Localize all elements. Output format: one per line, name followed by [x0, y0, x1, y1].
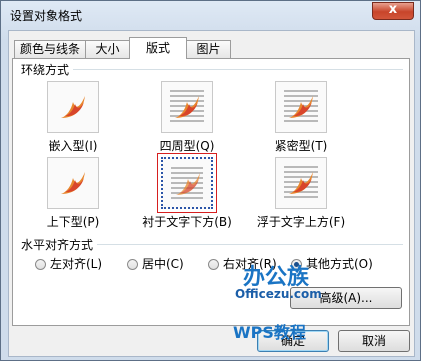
- tight-wrap-thumbnail: [275, 81, 327, 133]
- square-wrap-thumbnail: [161, 81, 213, 133]
- align-center-label: 居中(C): [142, 257, 184, 271]
- inline-wrap-label: 嵌入型(I): [48, 139, 98, 153]
- square-wrap-label: 四周型(Q): [159, 139, 215, 153]
- behind-text-wrap-label: 衬于文字下方(B): [142, 215, 232, 229]
- cancel-button[interactable]: 取消: [338, 330, 410, 352]
- layout-tab-panel: 环绕方式 嵌入型(I) 四周型(Q) 紧密型(T) 上下型(P) 衬于文字下方(…: [12, 58, 410, 326]
- officezu-watermark: 办公族 Officezu.com: [235, 259, 375, 323]
- tab-size[interactable]: 大小: [85, 40, 130, 58]
- tab-layout[interactable]: 版式: [129, 37, 187, 59]
- wrap-option-square[interactable]: 四周型(Q): [131, 81, 243, 154]
- close-button[interactable]: x: [372, 2, 414, 20]
- in-front-wrap-thumbnail: [275, 157, 327, 209]
- picture-flame-icon: [289, 96, 313, 118]
- in-front-wrap-label: 浮于文字上方(F): [256, 215, 346, 229]
- wrap-option-inline[interactable]: 嵌入型(I): [17, 81, 129, 154]
- wrap-option-top-bottom[interactable]: 上下型(P): [17, 157, 129, 230]
- align-section-label: 水平对齐方式: [21, 236, 98, 253]
- align-center-radio[interactable]: 居中(C): [127, 255, 184, 272]
- tab-color-line[interactable]: 颜色与线条: [14, 40, 86, 58]
- wrap-option-tight[interactable]: 紧密型(T): [245, 81, 357, 154]
- title-bar[interactable]: 设置对象格式 x: [1, 1, 420, 29]
- picture-flame-icon: [61, 96, 85, 118]
- wrap-option-behind-text[interactable]: 衬于文字下方(B): [131, 153, 243, 230]
- picture-flame-icon: [176, 173, 200, 195]
- dialog-title: 设置对象格式: [10, 9, 83, 23]
- tab-picture[interactable]: 图片: [186, 40, 231, 58]
- picture-flame-icon: [61, 172, 85, 194]
- top-bottom-wrap-label: 上下型(P): [46, 215, 100, 229]
- wrap-group-divider: [21, 69, 403, 70]
- wrap-section-label: 环绕方式: [21, 61, 74, 78]
- watermark-wps-tutorial: WPS教程: [233, 323, 306, 342]
- inline-wrap-thumbnail: [47, 81, 99, 133]
- radio-button[interactable]: [35, 259, 46, 270]
- tight-wrap-label: 紧密型(T): [274, 139, 328, 153]
- radio-button[interactable]: [127, 259, 138, 270]
- align-left-label: 左对齐(L): [50, 257, 103, 271]
- watermark-site: Officezu.com: [235, 287, 322, 301]
- top-bottom-wrap-thumbnail: [47, 157, 99, 209]
- picture-flame-icon: [289, 172, 313, 194]
- close-icon: x: [388, 2, 398, 17]
- align-left-radio[interactable]: 左对齐(L): [35, 255, 102, 272]
- radio-button[interactable]: [208, 259, 219, 270]
- picture-flame-icon: [175, 96, 199, 118]
- behind-text-wrap-thumbnail: [157, 153, 217, 213]
- wrap-option-in-front-of-text[interactable]: 浮于文字上方(F): [245, 157, 357, 230]
- dialog-window: 设置对象格式 x 颜色与线条 大小 版式 图片 环绕方式 嵌入型(I) 四周型(…: [0, 0, 421, 361]
- dialog-client-area: 颜色与线条 大小 版式 图片 环绕方式 嵌入型(I) 四周型(Q) 紧密型(T)…: [8, 30, 415, 357]
